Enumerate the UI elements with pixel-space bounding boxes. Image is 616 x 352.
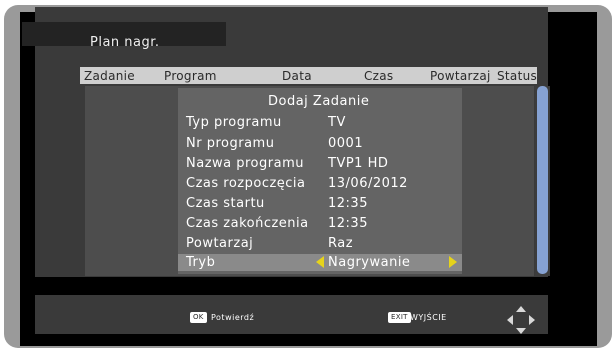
exit-label: WYJŚCIE xyxy=(410,313,447,322)
exit-key-icon: EXIT xyxy=(388,312,411,323)
field-value-program-type[interactable]: TV xyxy=(328,115,346,130)
field-value-start-time[interactable]: 12:35 xyxy=(328,196,368,211)
dialog-title: Dodaj Zadanie xyxy=(268,94,370,109)
field-value-mode[interactable]: Nagrywanie xyxy=(328,255,410,270)
column-header-status: Status xyxy=(497,69,538,83)
column-header-time: Czas xyxy=(364,69,394,83)
column-header-task: Zadanie xyxy=(84,69,135,83)
column-header-program: Program xyxy=(164,69,217,83)
field-value-start-date[interactable]: 13/06/2012 xyxy=(328,176,408,191)
field-label-program-name: Nazwa programu xyxy=(186,156,304,171)
arrow-left-icon[interactable] xyxy=(316,256,324,268)
field-label-program-number: Nr programu xyxy=(186,136,275,151)
arrow-right-icon[interactable] xyxy=(449,256,457,268)
ok-key-icon: OK xyxy=(190,312,207,323)
field-label-repeat: Powtarzaj xyxy=(186,236,254,251)
field-value-repeat[interactable]: Raz xyxy=(328,236,353,251)
field-label-start-time: Czas startu xyxy=(186,196,265,211)
scrollbar-thumb[interactable] xyxy=(537,86,548,274)
field-label-start-date: Czas rozpoczęcia xyxy=(186,176,306,191)
field-label-program-type: Typ programu xyxy=(186,115,282,130)
field-value-end-time[interactable]: 12:35 xyxy=(328,216,368,231)
field-value-program-name[interactable]: TVP1 HD xyxy=(328,156,388,171)
field-label-end-time: Czas zakończenia xyxy=(186,216,309,231)
column-header-repeat: Powtarzaj xyxy=(430,69,491,83)
field-value-program-number[interactable]: 0001 xyxy=(328,136,363,151)
footer-bar xyxy=(35,295,548,334)
column-header-date: Data xyxy=(282,69,312,83)
confirm-label: Potwierdź xyxy=(211,313,255,322)
dpad-navigation-icon xyxy=(507,306,535,334)
field-label-mode: Tryb xyxy=(186,255,216,270)
page-title: Plan nagr. xyxy=(90,35,160,50)
